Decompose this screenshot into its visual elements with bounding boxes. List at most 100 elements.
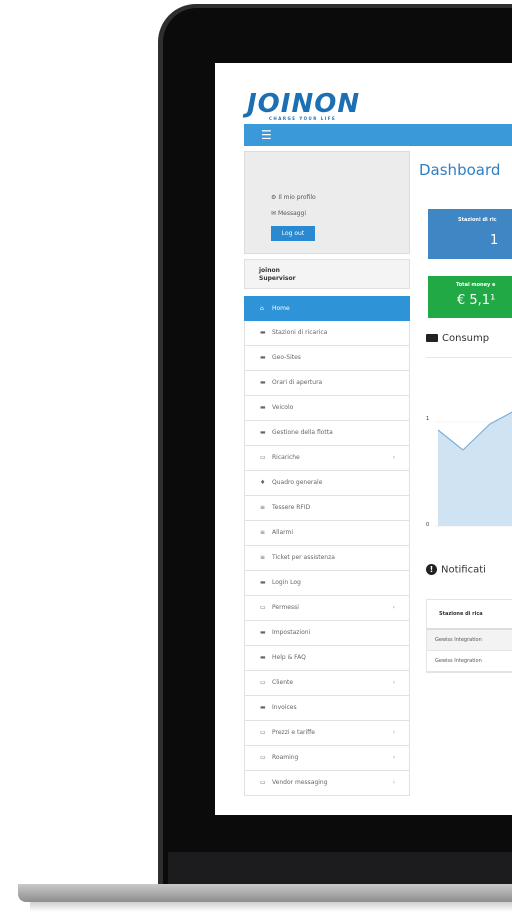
top-navbar: ☰ xyxy=(244,124,512,146)
laptop-base xyxy=(18,884,512,902)
sidebar-item-login-log[interactable]: ▬ Login Log xyxy=(244,571,410,596)
chevron-left-icon: ‹ xyxy=(392,779,395,786)
user-role: Supervisor xyxy=(259,275,296,282)
money-card-label: Total money e xyxy=(456,282,496,288)
sidebar-item-label: Orari di apertura xyxy=(272,379,323,386)
laptop-shadow xyxy=(30,902,512,912)
sidebar-item-label: Permessi xyxy=(272,604,299,611)
sidebar-item-label: Home xyxy=(272,305,290,312)
user-name-line: joinon xyxy=(259,267,280,274)
stations-card-value: 1 xyxy=(490,233,499,248)
folder-icon: ▬ xyxy=(260,704,266,711)
sidebar-item-prezzi-e-tariffe[interactable]: ▭ Prezzi e tariffe ‹ xyxy=(244,721,410,746)
sidebar-item-roaming[interactable]: ▭ Roaming ‹ xyxy=(244,746,410,771)
sidebar-item-quadro-generale[interactable]: ♦ Quadro generale xyxy=(244,471,410,496)
laptop-icon: ▭ xyxy=(260,679,266,686)
sidebar-item-geo-sites[interactable]: ▬ Geo-Sites xyxy=(244,346,410,371)
sidebar-item-label: Ricariche xyxy=(272,454,300,461)
sidebar-item-label: Help & FAQ xyxy=(272,654,306,661)
map-marker-icon: ♦ xyxy=(260,479,266,486)
sidebar-item-gestione-della-flotta[interactable]: ▬ Gestione della flotta xyxy=(244,421,410,446)
chevron-left-icon: ‹ xyxy=(392,454,395,461)
stations-card[interactable]: Stazioni di ric 1 xyxy=(428,209,512,259)
chart-area xyxy=(438,412,512,526)
sidebar-item-label: Allarmi xyxy=(272,529,293,536)
envelope-icon: ✉ xyxy=(271,210,277,217)
laptop-chin xyxy=(168,852,512,884)
sidebar-menu: ⌂ Home ▬ Stazioni di ricarica ▬ Geo-Sites ▬ Ora… xyxy=(244,296,410,796)
profile-panel: ⚙ Il mio profilo ✉ Messaggi Log out xyxy=(244,151,410,254)
sidebar-item-label: Veicolo xyxy=(272,404,294,411)
folder-icon: ▬ xyxy=(260,329,266,336)
my-profile-link[interactable]: ⚙ Il mio profilo xyxy=(271,194,316,201)
notifications-title: Notificati xyxy=(441,564,486,576)
folder-icon: ▬ xyxy=(260,404,266,411)
table-header[interactable]: Stazione di rica xyxy=(427,600,512,630)
sidebar-item-tessere-rfid[interactable]: ≡ Tessere RFID xyxy=(244,496,410,521)
exclamation-icon: ! xyxy=(426,564,437,575)
list-icon: ≡ xyxy=(260,554,266,561)
notifications-header: ! Notificati xyxy=(426,564,512,576)
sidebar-item-allarmi[interactable]: ≡ Allarmi xyxy=(244,521,410,546)
sidebar-item-label: Stazioni di ricarica xyxy=(272,329,328,336)
sidebar-item-home[interactable]: ⌂ Home xyxy=(244,296,410,321)
sidebar-item-cliente[interactable]: ▭ Cliente ‹ xyxy=(244,671,410,696)
chart-plot xyxy=(436,411,512,527)
battery-icon xyxy=(426,334,438,342)
my-profile-label: Il mio profilo xyxy=(278,194,316,201)
sidebar-item-label: Impostazioni xyxy=(272,629,311,636)
hamburger-icon[interactable]: ☰ xyxy=(261,128,272,142)
sidebar-item-permessi[interactable]: ▭ Permessi ‹ xyxy=(244,596,410,621)
sidebar-item-ricariche[interactable]: ▭ Ricariche ‹ xyxy=(244,446,410,471)
folder-icon: ▬ xyxy=(260,579,266,586)
folder-icon: ▬ xyxy=(260,654,266,661)
logout-button[interactable]: Log out xyxy=(271,226,315,241)
sidebar-item-help-faq[interactable]: ▬ Help & FAQ xyxy=(244,646,410,671)
list-icon: ≡ xyxy=(260,504,266,511)
messages-link[interactable]: ✉ Messaggi xyxy=(271,210,306,217)
notifications-table: Stazione di rica Gewiss Integration Gewi… xyxy=(426,599,512,673)
sidebar-item-label: Quadro generale xyxy=(272,479,323,486)
joinon-logo[interactable]: JOINON CHARGE YOUR LIFE xyxy=(247,91,387,121)
logo-wordmark: JOINON xyxy=(247,89,361,119)
sidebar-item-label: Login Log xyxy=(272,579,301,586)
chevron-left-icon: ‹ xyxy=(392,604,395,611)
sidebar-item-vendor-messaging[interactable]: ▭ Vendor messaging ‹ xyxy=(244,771,410,796)
sidebar-item-label: Ticket per assistenza xyxy=(272,554,335,561)
sidebar-item-impostazioni[interactable]: ▬ Impostazioni xyxy=(244,621,410,646)
laptop-icon: ▭ xyxy=(260,729,266,736)
folder-icon: ▬ xyxy=(260,379,266,386)
sidebar-item-orari-di-apertura[interactable]: ▬ Orari di apertura xyxy=(244,371,410,396)
chevron-left-icon: ‹ xyxy=(392,754,395,761)
sidebar-item-label: Tessere RFID xyxy=(272,504,311,511)
chevron-left-icon: ‹ xyxy=(392,679,395,686)
chevron-left-icon: ‹ xyxy=(392,729,395,736)
page-title: Dashboard xyxy=(419,161,501,179)
laptop-icon: ▭ xyxy=(260,454,266,461)
consumption-chart: 1 0 xyxy=(426,357,512,546)
sidebar-item-label: Gestione della flotta xyxy=(272,429,333,436)
stations-card-label: Stazioni di ric xyxy=(458,217,497,223)
sidebar-item-label: Invoices xyxy=(272,704,297,711)
list-icon: ≡ xyxy=(260,529,266,536)
folder-icon: ▬ xyxy=(260,429,266,436)
sidebar-item-label: Geo-Sites xyxy=(272,354,301,361)
table-row[interactable]: Gewiss Integration xyxy=(427,651,512,672)
consumption-title: Consump xyxy=(442,333,490,344)
sidebar: ⚙ Il mio profilo ✉ Messaggi Log out join… xyxy=(244,151,410,811)
sidebar-item-label: Vendor messaging xyxy=(272,779,328,786)
sidebar-item-veicolo[interactable]: ▬ Veicolo xyxy=(244,396,410,421)
money-card[interactable]: Total money e € 5,1¹ xyxy=(428,276,512,318)
table-row[interactable]: Gewiss Integration xyxy=(427,630,512,651)
sidebar-item-stazioni-di-ricarica[interactable]: ▬ Stazioni di ricarica xyxy=(244,321,410,346)
sidebar-item-label: Prezzi e tariffe xyxy=(272,729,315,736)
sidebar-item-ticket-per-assistenza[interactable]: ≡ Ticket per assistenza xyxy=(244,546,410,571)
laptop-screen: JOINON CHARGE YOUR LIFE ☰ ⚙ Il mio profi… xyxy=(215,63,512,815)
sidebar-item-label: Cliente xyxy=(272,679,294,686)
laptop-icon: ▭ xyxy=(260,604,266,611)
sidebar-item-invoices[interactable]: ▬ Invoices xyxy=(244,696,410,721)
folder-icon: ▬ xyxy=(260,354,266,361)
money-card-value: € 5,1¹ xyxy=(457,293,496,308)
laptop-icon: ▭ xyxy=(260,754,266,761)
folder-icon: ▬ xyxy=(260,629,266,636)
